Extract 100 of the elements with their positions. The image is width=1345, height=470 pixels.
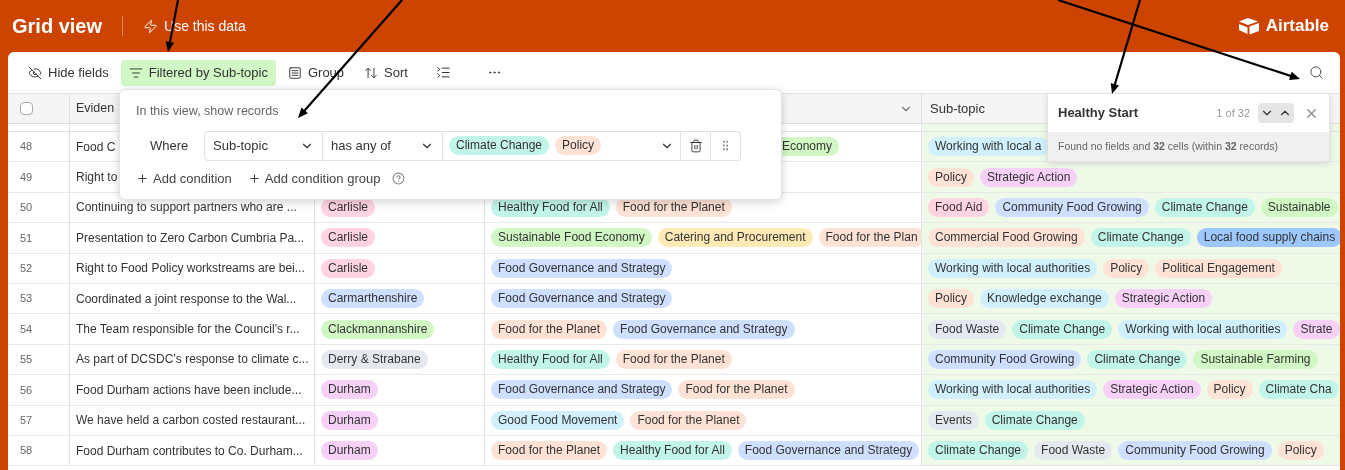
brand-name: Airtable (1265, 15, 1329, 38)
tag: Food for the Planet (491, 441, 608, 461)
table-cell-text: Right to (76, 169, 118, 187)
tag: Working with local authorities (928, 380, 1098, 400)
tag: Local food supply chains (1196, 228, 1340, 248)
tag: Food Governance and Strategy (491, 289, 673, 309)
tag: Strate (1293, 319, 1340, 339)
tag: Derry & Strabane (321, 349, 428, 369)
row-number: 52 (20, 261, 33, 276)
tag: Food for the Planet (615, 349, 732, 369)
table-cell-text: We have held a carbon costed restaurant... (76, 412, 306, 430)
toolbar-button[interactable]: Filtered by Sub-topic (120, 59, 276, 86)
search-field[interactable]: Healthy Start (1058, 103, 1217, 123)
filter-intro: In this view, show records (136, 103, 280, 120)
tag: Carmarthenshire (321, 289, 425, 309)
tag: Catering and Procurement (657, 228, 813, 248)
tag: Policy (1277, 441, 1324, 461)
tag: Food Waste (928, 319, 1007, 339)
match-count: 1 of 32 (1216, 105, 1250, 121)
tag: Events (928, 410, 979, 430)
row-number: 55 (20, 352, 33, 368)
tag: Climate Change (1154, 197, 1255, 217)
tag: Healthy Food for All (491, 349, 610, 369)
operator-select[interactable]: has any of (323, 130, 443, 161)
tag: Food for the Planet (678, 380, 795, 400)
tag: Climate Change (449, 136, 550, 156)
tag: Climate Change (984, 410, 1085, 430)
tag: Policy (1206, 380, 1253, 400)
tag: Sustainable Food Economy (491, 228, 652, 248)
sort-icon (364, 65, 379, 80)
row-number: 48 (20, 139, 33, 155)
tag: Food for the Plan (818, 228, 921, 248)
tag: Policy (928, 289, 974, 309)
column-header[interactable]: Sub-topic (930, 98, 985, 119)
value-select[interactable]: Climate Change Policy (443, 130, 681, 161)
column-header[interactable]: Eviden (76, 99, 115, 118)
tag: Commercial Food Growing (928, 228, 1085, 248)
tag: Food Governance and Strategy (491, 258, 673, 278)
filter-icon (128, 65, 143, 80)
field-select[interactable]: Sub-topic (204, 130, 323, 161)
tag: Food Governance and Strategy (613, 319, 795, 339)
tag: Food for the Planet (491, 319, 608, 339)
view-title: Grid view (12, 14, 103, 39)
plus-icon (136, 172, 149, 185)
tag: Climate Change (928, 441, 1029, 461)
row-number: 57 (20, 412, 33, 428)
toolbar-button[interactable]: Sort (356, 59, 416, 86)
tag: Good Food Movement (491, 410, 625, 430)
delete-button[interactable] (681, 130, 711, 161)
tag: Community Food Growing (995, 197, 1149, 217)
table-cell-text: The Team responsible for the Council’s r... (76, 321, 300, 339)
table-cell-text: Right to Food Policy workstreams are bei... (76, 260, 305, 278)
table-cell-text: Food C (76, 138, 116, 156)
where-label: Where (149, 137, 190, 155)
tag: Healthy Food for All (613, 441, 732, 461)
row-number: 51 (20, 230, 33, 246)
tag: Durham (321, 380, 378, 400)
search-result: Found no fields and 32 cells (within 32 records) (1058, 138, 1279, 154)
tag: Carlisle (321, 258, 375, 278)
row-number: 50 (20, 200, 33, 216)
tag: Policy (1103, 258, 1150, 278)
tag: Community Food Growing (928, 349, 1082, 369)
tag: Food Waste (1034, 441, 1113, 461)
tag: Working with local authorities (1118, 319, 1288, 339)
row-number: 54 (20, 321, 33, 337)
table-cell-text: Presentation to Zero Carbon Cumbria Pa... (76, 229, 305, 247)
table-cell-text: As part of DCSDC’s response to climate c... (76, 351, 309, 369)
tag: Climate Change (1087, 349, 1188, 369)
row-number: 53 (20, 291, 33, 307)
row-number: 56 (20, 382, 33, 398)
select-all-checkbox[interactable] (20, 102, 33, 115)
add-group-button[interactable]: Add condition group (247, 168, 381, 189)
tag: Durham (321, 441, 378, 461)
drag-handle[interactable] (711, 130, 741, 161)
table-cell-text: Food Durham actions have been include... (76, 381, 302, 399)
tag: Policy (555, 136, 602, 156)
trash-icon (688, 138, 703, 153)
row-height-icon (435, 65, 451, 80)
add-condition-button[interactable]: Add condition (136, 168, 232, 189)
tag: Knowledge exchange (980, 289, 1109, 309)
tag: Durham (321, 410, 378, 430)
group-icon (287, 65, 302, 80)
help-icon[interactable] (392, 172, 406, 185)
plus-icon (247, 172, 261, 185)
tag: Strategic Action (1114, 289, 1213, 309)
tag: Sustainable Farming (1193, 349, 1318, 369)
tag: Clackmannanshire (321, 319, 435, 339)
tag: Strategic Action (980, 167, 1078, 187)
lightning-icon (143, 18, 159, 34)
tag: Working with local a (928, 137, 1049, 157)
eye-off-icon (28, 65, 42, 80)
tag: Food Aid (928, 197, 990, 217)
tag: Climate Change (1090, 228, 1191, 248)
tag: Climate Cha (1258, 380, 1339, 400)
tag: Climate Change (1012, 319, 1113, 339)
toolbar-button[interactable]: Hide fields (20, 59, 117, 86)
search-icon[interactable] (1309, 65, 1324, 80)
tag: Political Engagement (1155, 258, 1282, 278)
tag: Food for the Planet (630, 410, 747, 430)
table-cell-text: Continuing to support partners who are ... (76, 199, 297, 217)
